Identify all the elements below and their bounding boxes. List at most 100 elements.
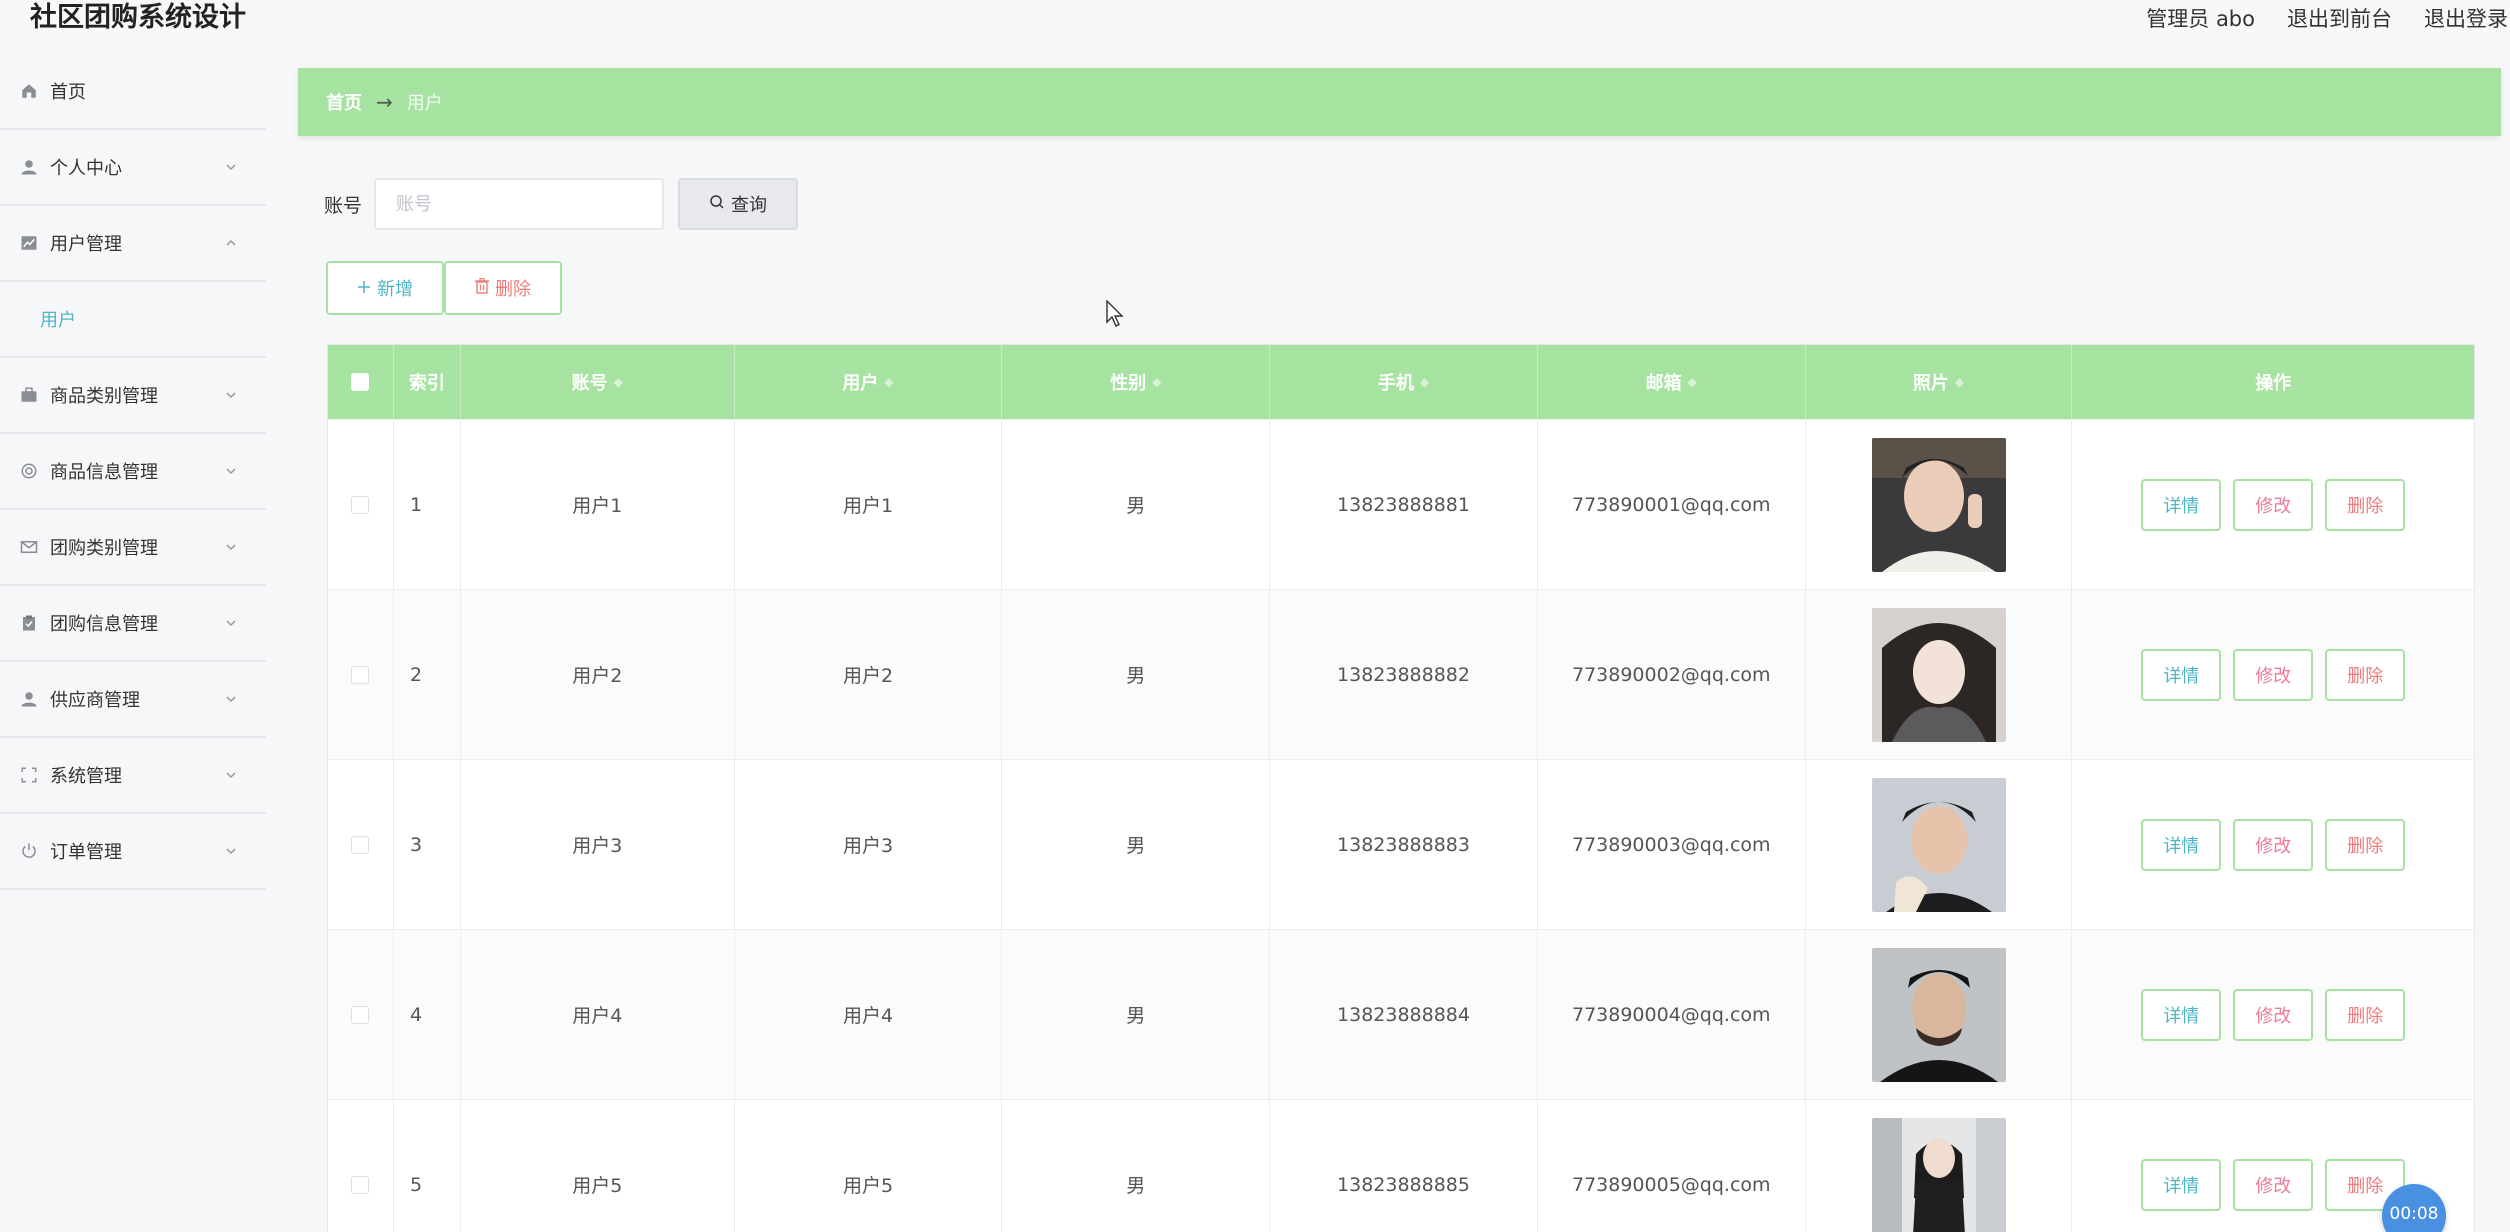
chevron-up-icon (224, 236, 238, 250)
col-header-photo[interactable]: 照片 ◆ (1806, 345, 2073, 419)
briefcase-icon (18, 384, 40, 406)
detail-button[interactable]: 详情 (2141, 648, 2222, 701)
row-gender: 男 (1002, 1100, 1271, 1232)
detail-button[interactable]: 详情 (2141, 478, 2222, 531)
select-all-checkbox[interactable] (351, 373, 370, 391)
detail-button[interactable]: 详情 (2141, 1158, 2222, 1211)
user-table: 索引 账号 ◆ 用户 ◆ 性别 ◆ 手机 ◆ 邮箱 ◆ 照片 ◆ 操作 1 用户1 用户1 … (327, 344, 2475, 1232)
sidebar-item-home[interactable]: 首页 (0, 54, 266, 130)
edit-button[interactable]: 修改 (2233, 818, 2314, 871)
row-email: 773890002@qq.com (1538, 590, 1806, 759)
sort-icon: ◆ (1152, 375, 1162, 389)
sort-icon: ◆ (1419, 375, 1430, 389)
breadcrumb: 首页 → 用户 (298, 68, 2501, 136)
power-icon (18, 840, 40, 862)
sidebar-item-personal-center[interactable]: 个人中心 (0, 130, 266, 206)
row-checkbox[interactable] (351, 1005, 370, 1024)
sort-icon: ◆ (884, 375, 894, 389)
sidebar-item-system[interactable]: 系统管理 (0, 738, 266, 814)
sidebar-item-product-category[interactable]: 商品类别管理 (0, 358, 266, 434)
sidebar-item-supplier[interactable]: 供应商管理 (0, 662, 266, 738)
add-button[interactable]: 新增 (326, 261, 444, 315)
edit-button[interactable]: 修改 (2233, 478, 2314, 531)
edit-button[interactable]: 修改 (2233, 648, 2314, 701)
delete-button[interactable]: 删除 (2325, 648, 2406, 701)
chevron-down-icon (224, 464, 238, 478)
row-checkbox[interactable] (351, 665, 370, 684)
row-checkbox[interactable] (351, 495, 370, 514)
search-icon (709, 194, 725, 215)
col-header-user[interactable]: 用户 ◆ (735, 345, 1003, 419)
fullscreen-icon (18, 764, 40, 786)
sort-icon: ◆ (1954, 375, 1965, 389)
select-all-cell (328, 345, 394, 419)
col-header-index: 索引 (394, 345, 461, 419)
mail-icon (18, 536, 40, 558)
table-row: 4 用户4 用户4 男 13823888884 773890004@qq.com… (328, 929, 2474, 1099)
account-search-input[interactable] (374, 178, 665, 230)
sidebar-item-product-info[interactable]: 商品信息管理 (0, 434, 266, 510)
edit-button[interactable]: 修改 (2233, 1158, 2314, 1211)
search-button[interactable]: 查询 (678, 178, 799, 230)
chevron-down-icon (224, 616, 238, 630)
user-photo (1871, 1117, 2006, 1232)
sidebar-item-groupbuy-category[interactable]: 团购类别管理 (0, 510, 266, 586)
table-row: 2 用户2 用户2 男 13823888882 773890002@qq.com… (328, 589, 2474, 759)
row-index: 1 (394, 420, 461, 589)
row-index: 5 (394, 1100, 461, 1232)
sidebar-subitem-user[interactable]: 用户 (0, 282, 266, 358)
row-gender: 男 (1002, 590, 1271, 759)
chevron-down-icon (224, 540, 238, 554)
col-header-account[interactable]: 账号 ◆ (461, 345, 735, 419)
row-checkbox[interactable] (351, 835, 370, 854)
user-photo (1871, 777, 2006, 912)
row-user: 用户3 (735, 760, 1003, 929)
row-phone: 13823888882 (1270, 590, 1538, 759)
row-phone: 13823888884 (1270, 930, 1538, 1099)
batch-delete-button[interactable]: 删除 (444, 261, 562, 315)
detail-button[interactable]: 详情 (2141, 818, 2222, 871)
breadcrumb-home[interactable]: 首页 (326, 89, 362, 115)
toolbar: 新增 删除 (326, 261, 562, 315)
user-photo (1871, 607, 2006, 742)
row-user: 用户4 (735, 930, 1003, 1099)
sidebar-item-groupbuy-info[interactable]: 团购信息管理 (0, 586, 266, 662)
breadcrumb-current: 用户 (406, 93, 443, 114)
mouse-cursor-icon (1106, 299, 1126, 332)
chevron-down-icon (224, 160, 238, 174)
table-row: 5 用户5 用户5 男 13823888885 773890005@qq.com… (328, 1099, 2474, 1232)
detail-button[interactable]: 详情 (2141, 988, 2222, 1041)
row-account: 用户4 (461, 930, 735, 1099)
row-index: 2 (394, 590, 461, 759)
delete-button[interactable]: 删除 (2325, 478, 2406, 531)
row-email: 773890003@qq.com (1538, 760, 1806, 929)
sidebar-item-user-management[interactable]: 用户管理 (0, 206, 266, 282)
col-header-phone[interactable]: 手机 ◆ (1270, 345, 1538, 419)
delete-button[interactable]: 删除 (2325, 988, 2406, 1041)
table-header: 索引 账号 ◆ 用户 ◆ 性别 ◆ 手机 ◆ 邮箱 ◆ 照片 ◆ 操作 (328, 345, 2474, 419)
col-header-email[interactable]: 邮箱 ◆ (1538, 345, 1806, 419)
trash-icon (475, 277, 489, 299)
row-phone: 13823888885 (1270, 1100, 1538, 1232)
row-user: 用户1 (735, 420, 1003, 589)
breadcrumb-separator: → (376, 90, 393, 114)
lifebuoy-icon (18, 460, 40, 482)
col-header-gender[interactable]: 性别 ◆ (1002, 345, 1271, 419)
user-icon (18, 688, 40, 710)
table-row: 1 用户1 用户1 男 13823888881 773890001@qq.com… (328, 419, 2474, 589)
delete-button[interactable]: 删除 (2325, 818, 2406, 871)
row-account: 用户1 (461, 420, 735, 589)
sidebar-item-order[interactable]: 订单管理 (0, 814, 266, 890)
row-checkbox[interactable] (351, 1175, 370, 1194)
logout-link[interactable]: 退出登录 (2424, 3, 2508, 33)
topbar-actions: 管理员 abo 退出到前台 退出登录 (2146, 0, 2508, 36)
account-label: 账号 (324, 194, 363, 217)
col-header-actions: 操作 (2255, 373, 2292, 394)
row-account: 用户3 (461, 760, 735, 929)
sidebar: 首页 个人中心 用户管理 用户 商品类别管理 商品信息管理 团购类别管理 团购信… (0, 54, 266, 1232)
chart-icon (18, 232, 40, 254)
chevron-down-icon (224, 844, 238, 858)
plus-icon (357, 278, 371, 299)
to-frontend-link[interactable]: 退出到前台 (2287, 3, 2392, 33)
edit-button[interactable]: 修改 (2233, 988, 2314, 1041)
